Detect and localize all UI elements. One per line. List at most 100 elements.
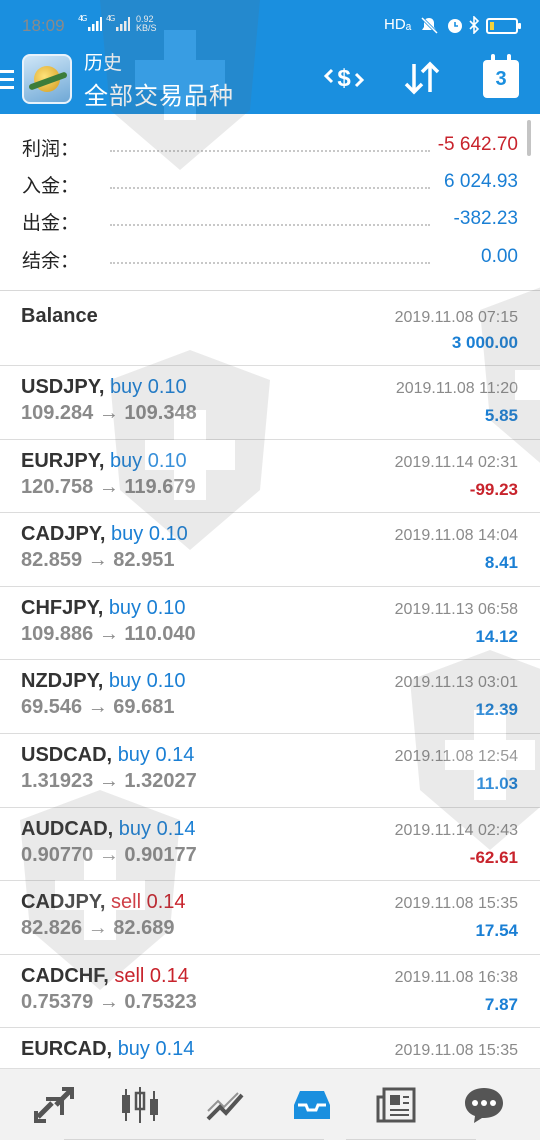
bottom-nav	[0, 1068, 540, 1140]
deal-row[interactable]: NZDJPY, buy 0.10 69.546 → 69.681 2019.11.1…	[0, 660, 540, 734]
app-bar: 历史 全部交易品种 $ 3	[0, 48, 540, 114]
page-title: 历史	[84, 52, 123, 74]
deal-type: buy	[109, 376, 143, 398]
signal-icon	[88, 17, 102, 31]
deal-symbol-name: USDJPY,	[21, 376, 105, 398]
deal-profit: 17.54	[475, 921, 518, 941]
deal-time: 2019.11.08 15:35	[394, 895, 518, 913]
deal-profit: -99.23	[469, 479, 518, 499]
deal-symbol-name: CADJPY,	[21, 891, 106, 914]
deal-symbol-name: USDCAD,	[21, 744, 113, 766]
deal-prices: 82.859 → 82.951	[21, 549, 175, 572]
deal-row[interactable]: USDCAD, buy 0.14 1.31923 → 1.32027 2019.11…	[0, 734, 540, 808]
deal-type: buy	[109, 449, 143, 472]
calendar-day: 3	[495, 68, 507, 90]
deal-prices: 120.758 → 119.679	[21, 475, 196, 498]
summary-withdrawal: 出金： -382.23	[0, 202, 540, 239]
deal-prices: 0.90770 → 0.90177	[21, 843, 197, 866]
deal-type: sell	[114, 964, 145, 987]
deal-time: 2019.11.08 11:20	[395, 380, 518, 397]
deal-symbol: CADJPY, sell 0.14	[21, 891, 186, 914]
leader-dots	[110, 187, 430, 189]
app-logo-icon[interactable]	[22, 54, 72, 104]
deal-row[interactable]: CADJPY, buy 0.10 82.859 → 82.951 2019.11.0…	[0, 513, 540, 587]
calendar-icon[interactable]: 3	[483, 54, 519, 98]
deal-symbol: CHFJPY, buy 0.10	[21, 597, 186, 620]
sort-arrows-icon[interactable]	[400, 56, 444, 100]
deal-prices: 109.886 → 110.040	[21, 622, 196, 645]
deal-row[interactable]: CHFJPY, buy 0.10 109.886 → 110.040 2019.11…	[0, 587, 540, 661]
deal-type: buy	[111, 523, 144, 546]
deal-prices: 109.284 → 109.348	[21, 402, 197, 424]
deal-symbol: EURJPY, buy 0.10	[21, 450, 187, 473]
deal-volume: 0.14	[155, 1038, 195, 1061]
news-icon[interactable]	[368, 1081, 428, 1129]
deal-volume: 0.10	[147, 449, 187, 472]
chart-icon[interactable]	[110, 1081, 170, 1129]
deal-symbol-name: CADCHF,	[21, 964, 109, 987]
deal-row[interactable]: EURJPY, buy 0.10 120.758 → 119.679 2019.11…	[0, 440, 540, 514]
dollar-exchange-icon[interactable]: $	[322, 56, 366, 100]
deal-row[interactable]: AUDCAD, buy 0.14 0.90770 → 0.90177 2019.11…	[0, 808, 540, 882]
scrollbar[interactable]	[527, 120, 531, 156]
svg-text:$: $	[337, 65, 351, 92]
deal-volume: 0.14	[156, 817, 196, 840]
deal-volume: 0.10	[147, 376, 187, 398]
menu-icon[interactable]	[0, 70, 14, 90]
deal-time: 2019.11.08 14:04	[394, 527, 518, 545]
withdrawal-label: 出金：	[22, 212, 80, 234]
deal-symbol: USDJPY, buy 0.10	[21, 376, 187, 399]
app-header: 18:09 4G 4G 0.92 KB/S HDₐ 历史 全部交易品种 $ 3	[0, 0, 540, 114]
deal-symbol-name: NZDJPY,	[21, 670, 104, 693]
history-icon[interactable]	[282, 1081, 342, 1129]
deal-symbol: AUDCAD, buy 0.14	[21, 818, 196, 841]
deal-symbol: CADCHF, sell 0.14	[21, 965, 189, 988]
deal-row[interactable]: USDJPY, buy 0.10 109.284 → 109.348 2019.11…	[0, 366, 540, 440]
deal-symbol: CADJPY, buy 0.10	[21, 523, 188, 546]
withdrawal-value: -382.23	[453, 208, 518, 229]
chat-icon[interactable]	[454, 1081, 514, 1129]
deal-volume: 0.10	[146, 596, 186, 619]
deal-profit: -62.61	[469, 847, 518, 867]
deal-symbol: USDCAD, buy 0.14	[21, 744, 194, 767]
deal-prices: 1.31923 → 1.32027	[21, 770, 197, 792]
balance-entry-label: Balance	[21, 305, 98, 327]
deal-profit: 5.85	[484, 406, 518, 425]
battery-fill	[490, 22, 494, 30]
deal-volume: 0.10	[148, 523, 188, 546]
quotes-icon[interactable]	[24, 1081, 84, 1129]
deal-symbol-name: EURCAD,	[21, 1038, 113, 1061]
trade-icon[interactable]	[196, 1081, 256, 1129]
hd-label: HDₐ	[384, 16, 412, 33]
summary-panel: 利润： -5 642.70 入金： 6 024.93 出金： -382.23 结…	[0, 114, 540, 290]
deal-symbol-name: EURJPY,	[21, 449, 105, 472]
deal-prices: 82.826 → 82.689	[21, 917, 175, 940]
deal-prices: 0.75379 → 0.75323	[21, 990, 197, 1013]
deal-time: 2019.11.08 12:54	[394, 748, 518, 765]
deal-time: 2019.11.13 03:01	[394, 674, 518, 692]
deal-time: 2019.11.14 02:43	[394, 821, 518, 839]
deal-symbol-name: CADJPY,	[21, 523, 106, 546]
signal-label-1: 4G	[78, 14, 87, 23]
deal-type: buy	[108, 596, 142, 619]
deal-type: buy	[108, 670, 142, 693]
deal-row[interactable]: CADJPY, sell 0.14 82.826 → 82.689 2019.11.…	[0, 881, 540, 955]
mute-icon	[420, 16, 438, 34]
deal-volume: 0.14	[146, 891, 186, 914]
balance-value: 0.00	[481, 246, 518, 267]
deal-profit: 14.12	[475, 626, 518, 646]
deal-row[interactable]: CADCHF, sell 0.14 0.75379 → 0.75323 2019.1…	[0, 955, 540, 1029]
balance-entry-row[interactable]: Balance 2019.11.08 07:15 3 000.00	[0, 291, 540, 366]
signal-icon-2	[116, 17, 130, 31]
deal-type: buy	[118, 817, 152, 840]
deal-type: buy	[117, 744, 150, 766]
status-bar: 18:09 4G 4G 0.92 KB/S HDₐ	[0, 0, 540, 48]
balance-entry-time: 2019.11.08 07:15	[394, 309, 518, 326]
symbol-filter[interactable]: 全部交易品种	[84, 76, 234, 111]
deal-volume: 0.14	[149, 964, 189, 987]
deal-symbol-name: CHFJPY,	[21, 596, 104, 619]
deal-volume: 0.14	[155, 744, 195, 766]
profit-label: 利润：	[22, 138, 80, 160]
net-speed-unit: KB/S	[136, 23, 157, 33]
summary-deposit: 入金： 6 024.93	[0, 165, 540, 202]
